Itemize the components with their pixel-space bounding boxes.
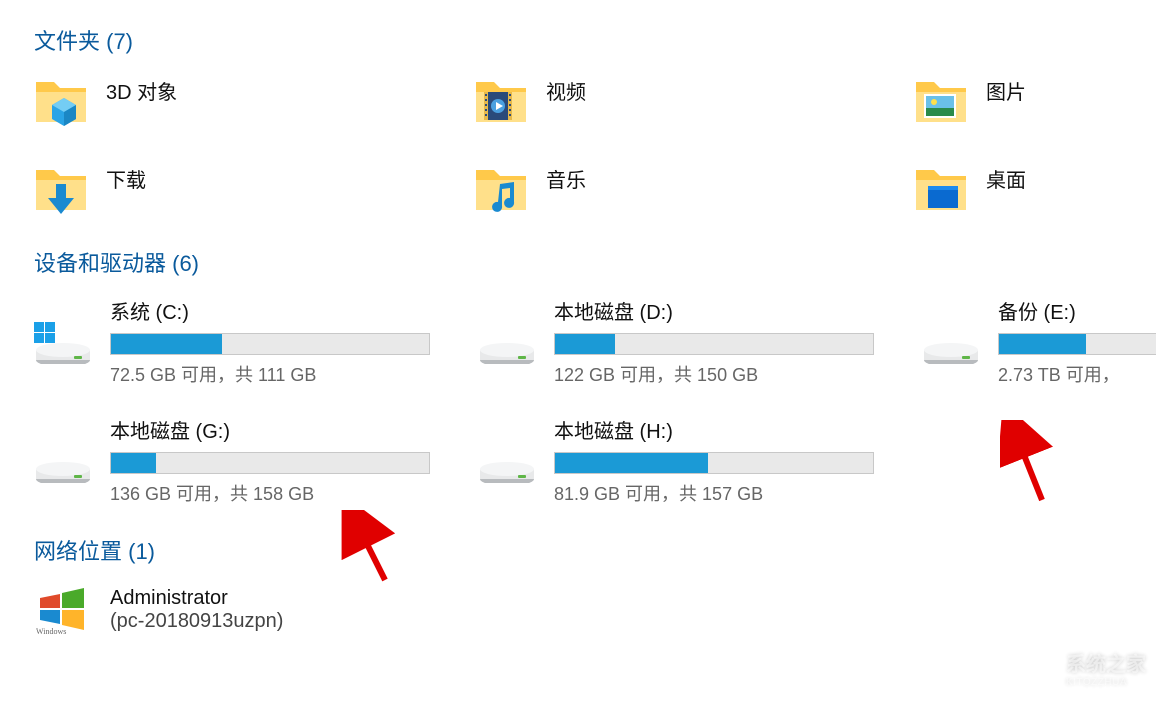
network-info: Administrator (pc-20180913uzpn) [110,587,283,633]
folder-3d-objects-icon [34,74,88,128]
drive-hdd-icon [478,320,536,364]
folder-downloads-icon [34,162,88,216]
folder-videos-icon [474,74,528,128]
network-section-header[interactable]: 网络位置 (1) [34,534,1156,566]
drive-usage-bar [554,452,874,474]
drive-info: 本地磁盘 (D:) 122 GB 可用，共 150 GB [554,296,922,387]
drive-stats: 136 GB 可用，共 158 GB [110,480,478,506]
drive-name: 本地磁盘 (D:) [554,296,922,325]
network-name: Administrator [110,587,283,610]
drive-usage-bar [110,452,430,474]
folder-label: 视频 [546,74,586,105]
drives-grid: 系统 (C:) 72.5 GB 可用，共 111 GB 本地磁盘 (D:) 12… [34,296,1156,506]
folder-music-icon [474,162,528,216]
folder-label: 音乐 [546,162,586,193]
drive-hdd-icon [478,439,536,483]
drive-hdd-icon [34,439,92,483]
drive-info: 系统 (C:) 72.5 GB 可用，共 111 GB [110,296,478,387]
folders-section-header[interactable]: 文件夹 (7) [34,24,1156,56]
watermark: 系统之家 KITOZZHUA [1030,648,1146,688]
folder-desktop[interactable]: 桌面 [914,162,1156,216]
drive-usage-bar [554,333,874,355]
drive-stats: 81.9 GB 可用，共 157 GB [554,480,922,506]
folders-grid: 3D 对象 视频 图片 [34,74,1156,216]
drive-info: 本地磁盘 (G:) 136 GB 可用，共 158 GB [110,415,478,506]
drive-c[interactable]: 系统 (C:) 72.5 GB 可用，共 111 GB [34,296,478,387]
drive-usage-bar [998,333,1156,355]
drive-stats: 2.73 TB 可用， [998,361,1156,387]
folder-label: 桌面 [986,162,1026,193]
watermark-brand: 系统之家 [1066,648,1146,677]
folder-3d-objects[interactable]: 3D 对象 [34,74,474,128]
drive-win-icon [34,320,92,364]
drive-info: 本地磁盘 (H:) 81.9 GB 可用，共 157 GB [554,415,922,506]
folder-label: 下载 [106,162,146,193]
drive-info: 备份 (E:) 2.73 TB 可用， [998,296,1156,387]
svg-text:Windows: Windows [36,627,66,636]
watermark-sub: KITOZZHUA [1066,677,1146,688]
network-wmp-item[interactable]: Windows Administrator (pc-20180913uzpn) [34,584,1156,636]
drive-stats: 122 GB 可用，共 150 GB [554,361,922,387]
drive-h[interactable]: 本地磁盘 (H:) 81.9 GB 可用，共 157 GB [478,415,922,506]
watermark-logo-icon [1030,653,1060,683]
drives-section-header[interactable]: 设备和驱动器 (6) [34,246,1156,278]
folder-desktop-icon [914,162,968,216]
folder-videos[interactable]: 视频 [474,74,914,128]
wmp-icon: Windows [34,584,92,636]
folder-label: 图片 [986,74,1026,105]
folder-pictures-icon [914,74,968,128]
drive-name: 系统 (C:) [110,296,478,325]
drive-e[interactable]: 备份 (E:) 2.73 TB 可用， [922,296,1156,387]
drive-name: 本地磁盘 (G:) [110,415,478,444]
drive-name: 备份 (E:) [998,296,1156,325]
drive-usage-bar [110,333,430,355]
folder-pictures[interactable]: 图片 [914,74,1156,128]
drive-hdd-icon [922,320,980,364]
drive-d[interactable]: 本地磁盘 (D:) 122 GB 可用，共 150 GB [478,296,922,387]
folder-label: 3D 对象 [106,74,177,105]
network-detail: (pc-20180913uzpn) [110,610,283,633]
folder-music[interactable]: 音乐 [474,162,914,216]
drive-stats: 72.5 GB 可用，共 111 GB [110,361,478,387]
folder-downloads[interactable]: 下载 [34,162,474,216]
drive-g[interactable]: 本地磁盘 (G:) 136 GB 可用，共 158 GB [34,415,478,506]
drive-name: 本地磁盘 (H:) [554,415,922,444]
